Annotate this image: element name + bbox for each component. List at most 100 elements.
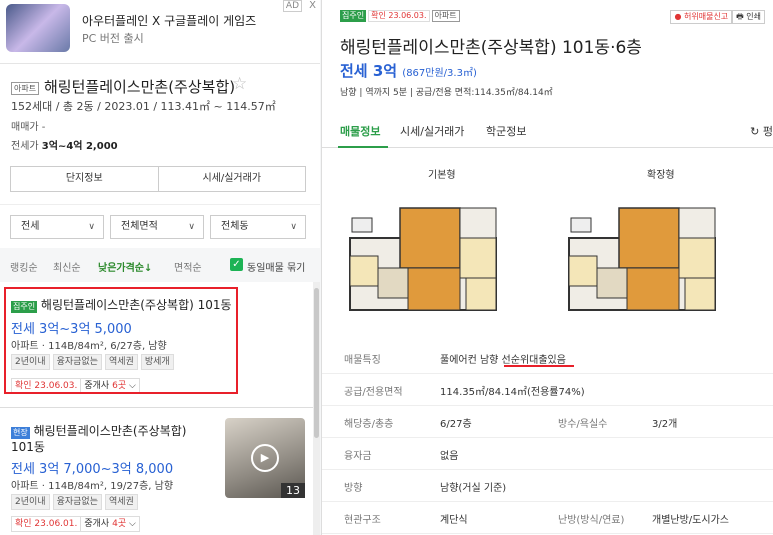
- ad-title[interactable]: 아우터플레인 X 구글플레이 게임즈: [82, 12, 256, 29]
- confirm-date: 확인 23.06.03.: [368, 10, 430, 22]
- listing-photo[interactable]: ▶ 13: [225, 418, 305, 498]
- ad-banner[interactable]: 아우터플레인 X 구글플레이 게임즈 PC 버전 출시 AD X: [0, 0, 320, 64]
- row-key: 공급/전용면적: [344, 387, 403, 398]
- agents-count: 4곳: [112, 519, 127, 529]
- tab-indicator: [338, 146, 388, 148]
- table-row: 융자금 없음: [322, 438, 773, 470]
- tab-listing-info[interactable]: 매물정보: [340, 123, 380, 139]
- row-value: 남향(거실 기준): [440, 483, 507, 494]
- ad-badge: AD: [282, 0, 302, 12]
- detail-panel: 집주인 확인 23.06.03. 아파트 ● 허위매물신고 🖶 인쇄 해링턴플레…: [322, 0, 773, 535]
- sort-ranking[interactable]: 랭킹순: [10, 259, 38, 274]
- complex-type-tag: 아파트: [11, 82, 40, 95]
- row-key: 방향: [344, 483, 363, 494]
- detail-tabs: 매물정보 시세/실거래가 학군정보 ↻ 펑: [322, 112, 773, 148]
- chip: 역세권: [104, 494, 138, 510]
- scrollbar[interactable]: [313, 282, 320, 535]
- listing-spec: 아파트 · 114B/84m², 19/27층, 남향: [11, 481, 174, 492]
- report-button[interactable]: ● 허위매물신고: [670, 10, 733, 24]
- agents-label: 중개사: [84, 519, 110, 529]
- detail-price: 전세 3억 (867만원/3.3㎡): [340, 60, 477, 81]
- ad-image[interactable]: [6, 4, 70, 52]
- tab-school-info[interactable]: 학군정보: [486, 123, 526, 139]
- floorplan-ext-image[interactable]: [567, 198, 719, 320]
- highlight-box: [4, 287, 238, 394]
- table-row: 공급/전용면적 114.35㎡/84.14㎡(전용률74%): [322, 374, 773, 406]
- row-value: 없음: [440, 451, 459, 462]
- detail-actions: ● 허위매물신고 🖶 인쇄: [670, 10, 765, 24]
- listing-title[interactable]: 현장 해링턴플레이스만촌(주상복합): [11, 422, 186, 439]
- area-value: 전체면적: [121, 221, 158, 232]
- owner-tag: 집주인: [340, 10, 367, 22]
- complex-buttons: 단지정보 시세/실거래가: [10, 166, 306, 192]
- star-icon[interactable]: ☆: [232, 74, 247, 94]
- row-key: 융자금: [344, 451, 372, 462]
- row-value: 6/27층: [440, 419, 472, 430]
- sale-price: 매매가 -: [11, 122, 46, 133]
- chevron-down-icon: ∨: [88, 222, 95, 232]
- sort-low-price[interactable]: 낮은가격순↓: [98, 259, 152, 274]
- detail-table: 매물특징 풀에어컨 남향 선순위대출있음 공급/전용면적 114.35㎡/84.…: [322, 342, 773, 534]
- jeonse-price: 전세가 3억~4억 2,000: [11, 137, 118, 152]
- confirm-date: 확인 23.06.01.: [11, 516, 82, 532]
- row-value: 3/2개: [652, 419, 678, 430]
- refresh-icon[interactable]: ↻ 펑: [750, 123, 773, 139]
- sort-area[interactable]: 면적순: [174, 259, 202, 274]
- floorplan-ext-label: 확장형: [647, 170, 675, 181]
- floorplan-basic-label: 기본형: [428, 170, 456, 181]
- ad-close-icon[interactable]: X: [309, 0, 316, 11]
- detail-price-sub: (867만원/3.3㎡): [402, 68, 477, 79]
- complex-info: 152세대 / 총 2동 / 2023.01 / 113.41㎡ ~ 114.5…: [11, 100, 276, 113]
- filter-bar: 전세 ∨ 전체면적 ∨ 전체동 ∨: [0, 204, 320, 248]
- ad-subtitle[interactable]: PC 버전 출시: [82, 30, 144, 46]
- confirm-row: 확인 23.06.01. 중개사 4곳 ⌵: [11, 516, 140, 532]
- price-history-button[interactable]: 시세/실거래가: [157, 167, 306, 191]
- detail-meta: 남향 | 역까지 5분 | 공급/전용 면적:114.35㎡/84.14㎡: [340, 88, 553, 98]
- detail-tags: 집주인 확인 23.06.03. 아파트: [340, 10, 460, 22]
- chevron-down-icon: ⌵: [128, 519, 136, 529]
- row-key: 현관구조: [344, 515, 381, 526]
- floorplan-basic-image[interactable]: [348, 198, 500, 320]
- table-row: 해당층/총층 6/27층 방수/욕실수 3/2개: [322, 406, 773, 438]
- type-tag: 아파트: [431, 10, 460, 22]
- left-panel: 아우터플레인 X 구글플레이 게임즈 PC 버전 출시 AD X 아파트 해링턴…: [0, 0, 322, 535]
- list-item[interactable]: 집주인 해링턴플레이스만촌(주상복합) 101동 전세 3억~3억 5,000 …: [0, 282, 313, 402]
- detail-price-value: 전세 3억: [340, 62, 398, 80]
- tab-price-history[interactable]: 시세/실거래가: [400, 123, 464, 139]
- jeonse-value: 3억~4억 2,000: [41, 141, 118, 152]
- trade-type-value: 전세: [21, 221, 40, 232]
- sort-latest[interactable]: 최신순: [53, 259, 81, 274]
- row-key: 방수/욕실수: [558, 419, 608, 430]
- listing-price: 전세 3억 7,000~3억 8,000: [11, 462, 174, 477]
- listing-list: 집주인 해링턴플레이스만촌(주상복합) 101동 전세 3억~3억 5,000 …: [0, 282, 313, 535]
- group-same-label[interactable]: 동일매물 묶기: [247, 259, 305, 274]
- chip: 융자금없는: [52, 494, 102, 510]
- row-key: 난방(방식/연료): [558, 515, 625, 526]
- photo-count: 13: [281, 483, 305, 498]
- list-item[interactable]: 현장 해링턴플레이스만촌(주상복합) 101동 전세 3억 7,000~3억 8…: [0, 407, 313, 535]
- agents-button[interactable]: 중개사 4곳 ⌵: [81, 516, 140, 532]
- listing-chips: 2년이내 융자금없는 역세권: [11, 494, 138, 510]
- chevron-down-icon: ∨: [290, 222, 297, 232]
- check-icon[interactable]: ✓: [230, 258, 243, 271]
- complex-info-button[interactable]: 단지정보: [11, 167, 158, 191]
- row-key: 매물특징: [344, 355, 381, 366]
- detail-title: 해링턴플레이스만촌(주상복합) 101동·6층: [340, 38, 642, 58]
- underline-highlight: [504, 365, 574, 367]
- row-value: 114.35㎡/84.14㎡(전용률74%): [440, 387, 585, 398]
- jeonse-label: 전세가: [11, 141, 39, 152]
- print-button[interactable]: 🖶 인쇄: [732, 10, 765, 24]
- trade-type-select[interactable]: 전세 ∨: [10, 215, 104, 239]
- area-select[interactable]: 전체면적 ∨: [110, 215, 204, 239]
- row-value: 풀에어컨 남향 선순위대출있음: [440, 355, 566, 366]
- listing-title-text: 해링턴플레이스만촌(주상복합): [33, 424, 187, 438]
- dong-value: 전체동: [221, 221, 249, 232]
- dong-select[interactable]: 전체동 ∨: [210, 215, 306, 239]
- table-row: 매물특징 풀에어컨 남향 선순위대출있음: [322, 342, 773, 374]
- scrollbar-thumb[interactable]: [314, 288, 319, 438]
- table-row: 방향 남향(거실 기준): [322, 470, 773, 502]
- listing-title-line2: 101동: [11, 440, 45, 454]
- chevron-down-icon: ∨: [188, 222, 195, 232]
- play-icon[interactable]: ▶: [251, 444, 279, 472]
- sort-bar: 랭킹순 최신순 낮은가격순↓ 면적순 ✓ 동일매물 묶기: [0, 250, 320, 280]
